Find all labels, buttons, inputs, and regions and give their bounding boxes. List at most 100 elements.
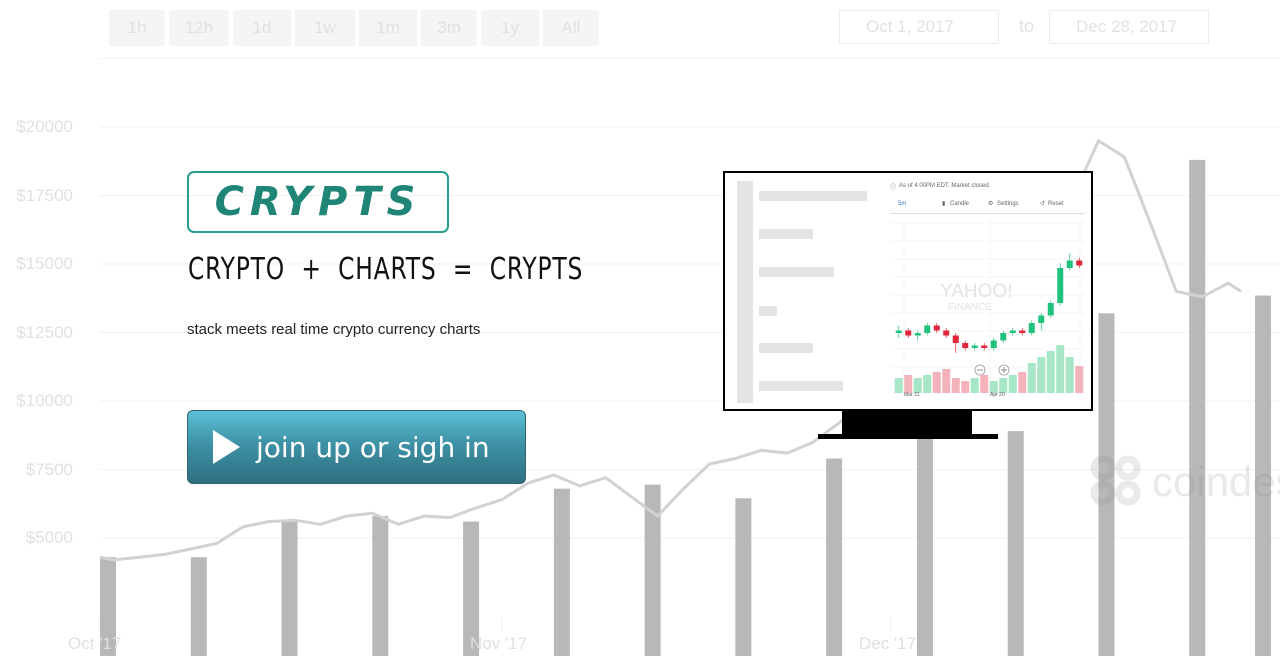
preview-settings-label: Settings [997,201,1019,207]
preview-volume-bar [904,375,913,393]
preview-candle-body [914,333,921,336]
preview-volume-bar [1008,375,1017,393]
monitor-stand-neck [842,411,972,435]
from-date-input[interactable] [839,10,999,44]
preview-volume-bar [1037,357,1046,393]
volume-bar [1007,431,1024,656]
preview-candlestick-chart: YAHOO! FINANCE Mar 31 Apr 20 [890,213,1085,398]
preview-candle-icon: ▮ [942,201,946,207]
volume-bar [735,498,752,656]
preview-volume-bar [1027,363,1036,393]
watermark-text: coindesk [1152,458,1280,505]
preview-reset-icon: ↺ [1040,201,1046,207]
preview-range-select: 5m [898,201,907,207]
cta-label: join up or sigh in [256,430,490,464]
preview-candle-body [905,330,912,336]
volume-bar [553,488,570,656]
preview-status-text: As of 4:00PM EDT. Market closed. [899,183,991,189]
y-tick-label: $20000 [16,117,73,136]
preview-candle-body [1038,315,1045,323]
chart-preview-monitor: ⓘ As of 4:00PM EDT. Market closed. 5m ▮ … [723,171,1093,411]
preview-volume-bar [980,375,989,393]
preview-reset-label: Reset [1048,201,1064,207]
y-tick-label: $10000 [16,391,73,410]
preview-candle-body [1076,260,1083,266]
preview-candle-body [933,325,940,331]
volume-bar [644,484,661,656]
volume-bar [826,458,843,656]
preview-volume-bar [1075,366,1084,393]
volume-bar [1189,159,1206,656]
preview-volume-bar [1065,357,1074,393]
preview-x-label: Mar 31 [904,392,920,398]
headline: CRYPTO + CHARTS = CRYPTS [188,252,584,287]
x-tick-label: Dec '17 [858,634,917,653]
preview-zoom-out-icon [974,364,986,376]
range-button-1d[interactable]: 1d [233,10,291,46]
preview-candle-body [1057,268,1064,303]
preview-placeholder-bar [759,343,813,353]
preview-candle-body [1019,330,1026,333]
volume-bar [916,429,933,656]
preview-volume-bar [951,378,960,393]
preview-candle-body [990,340,997,348]
join-signin-button[interactable]: join up or sigh in [187,410,526,484]
volume-bar [281,520,298,656]
preview-volume-bar [1046,351,1055,393]
y-tick-label: $12500 [16,322,73,342]
monitor-stand-base [818,434,998,439]
preview-candle-body [924,325,931,333]
preview-volume-bar [923,375,932,393]
x-tick-label: Nov '17 [469,634,528,653]
preview-zoom-in-icon [998,364,1010,376]
logo-text: CRYPTS [214,179,422,225]
preview-placeholder-bar [759,306,777,316]
play-icon [213,430,240,464]
preview-candle-body [952,335,959,343]
coindesk-watermark: coindesk [1090,455,1280,506]
y-tick-label: $7500 [25,459,73,479]
y-tick-label: $17500 [16,185,73,205]
range-button-1w[interactable]: 1w [295,10,355,46]
preview-volume-bar [961,381,970,393]
date-range-separator: to [1019,16,1035,36]
preview-candle-body [1000,333,1007,341]
preview-volume-bar [999,378,1008,393]
preview-volume-bar [913,378,922,393]
preview-candle-body [895,330,902,333]
preview-candle-body [971,345,978,348]
preview-candle-body [1009,330,1016,333]
preview-placeholder-bar [759,191,867,201]
crypts-logo: CRYPTS [187,171,449,233]
preview-candle-body [1028,323,1035,333]
preview-volume-bar [1056,345,1065,393]
preview-watermark-top: YAHOO! [940,281,1013,302]
volume-bar [372,516,389,656]
preview-candle-body [1047,303,1054,316]
to-date-input[interactable] [1049,10,1209,44]
preview-candle-body [962,343,969,348]
preview-volume-bar [894,378,903,393]
preview-sidebar [737,181,753,403]
range-button-12h[interactable]: 12h [169,10,229,46]
preview-candle-body [1066,260,1073,268]
range-button-1h[interactable]: 1h [109,10,165,46]
range-button-1m[interactable]: 1m [359,10,417,46]
range-button-1y[interactable]: 1y [481,10,539,46]
range-button-3m[interactable]: 3m [421,10,477,46]
preview-volume-bar [970,378,979,393]
preview-volume-bar [932,372,941,393]
range-button-all[interactable]: All [543,10,599,46]
preview-toolbar: 5m ▮ Candle ⚙ Settings ↺ Reset [890,195,1085,214]
preview-info-icon: ⓘ [890,185,897,191]
preview-volume-bars [894,345,1084,393]
volume-bars [100,159,1271,656]
preview-volume-bar [1018,372,1027,393]
preview-x-label: Apr 20 [990,392,1005,398]
preview-placeholder-bar [759,381,843,391]
preview-watermark-bottom: FINANCE [948,302,992,313]
x-tick-label: Oct '17 [68,634,122,653]
preview-placeholder-bar [759,267,834,277]
preview-volume-bar [942,369,951,393]
preview-candle-body [943,330,950,336]
